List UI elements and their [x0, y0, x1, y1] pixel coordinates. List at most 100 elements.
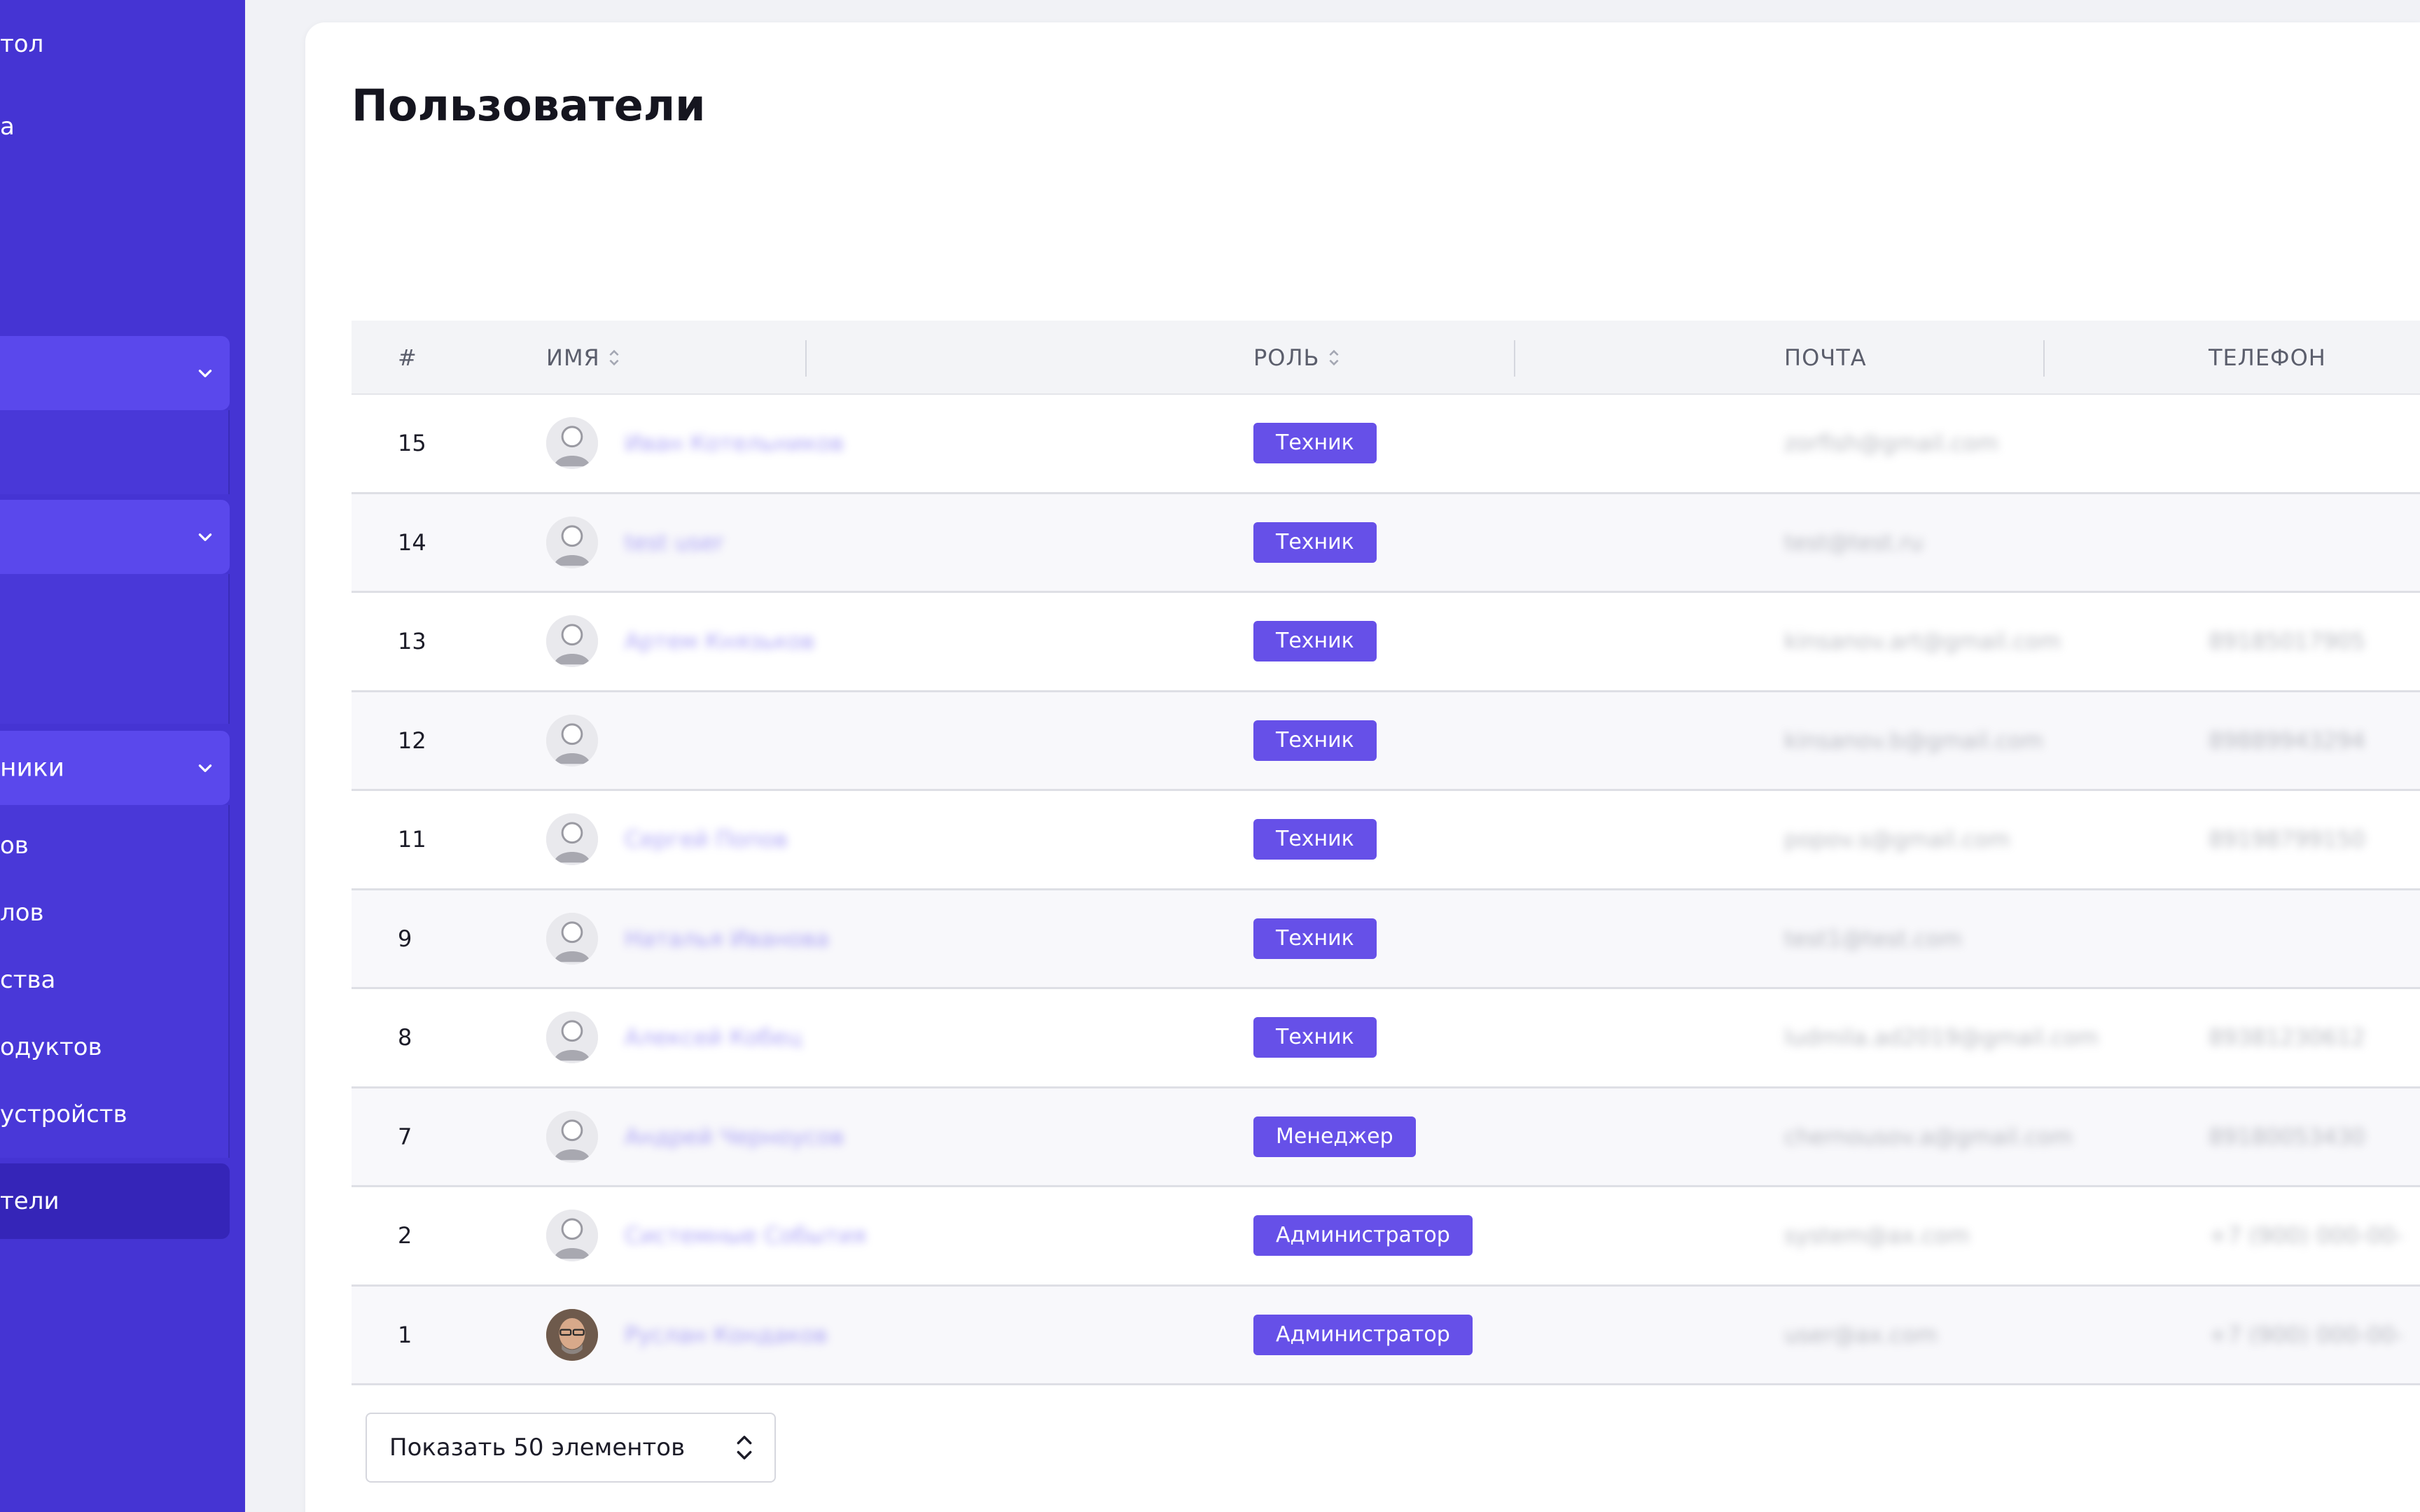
user-phone: 89889943294 [2209, 727, 2365, 754]
table-row[interactable]: 8 Алексей Кобец Техник ludmila.ad2019@gm… [352, 989, 2420, 1088]
select-updown-icon [737, 1436, 752, 1460]
sidebar-item-label: тол [0, 30, 44, 58]
user-email: chernousov.a@gmail.com [1784, 1123, 2073, 1150]
row-id: 8 [398, 1024, 412, 1051]
table-header: # ИМЯ РОЛЬ ПОЧТА ТЕЛЕФОН [352, 321, 2420, 395]
sidebar-subitem[interactable]: устройств [0, 1089, 230, 1140]
page-size-select[interactable]: Показать 50 элементов [366, 1413, 776, 1483]
user-email: kinsanov.b@gmail.com [1784, 727, 2044, 754]
table-row[interactable]: 14 test user Техник test@test.ru [352, 493, 2420, 593]
role-badge: Менеджер [1253, 1116, 1416, 1157]
column-header-label: ИМЯ [546, 344, 600, 371]
column-header-label: ПОЧТА [1784, 344, 1867, 371]
user-photo-icon [546, 1308, 598, 1361]
row-id: 15 [398, 430, 426, 457]
user-placeholder-icon [546, 813, 598, 866]
user-email: popov.s@gmail.com [1784, 826, 2010, 853]
column-header-label: РОЛЬ [1253, 344, 1320, 371]
sidebar-subitem[interactable]: одуктов [0, 1022, 230, 1072]
user-name-link[interactable]: Сергей Попов [625, 791, 788, 888]
role-badge: Техник [1253, 1017, 1377, 1058]
user-placeholder-icon [546, 417, 598, 470]
user-placeholder-icon [546, 615, 598, 668]
sidebar-submenu-2 [0, 574, 230, 724]
role-badge: Техник [1253, 522, 1377, 563]
avatar [546, 1210, 598, 1262]
table-row[interactable]: 15 Иван Котельников Техник zorfish@gmail… [352, 395, 2420, 494]
row-id: 11 [398, 826, 426, 853]
sidebar-subitem-label: устройств [0, 1100, 127, 1128]
chevron-down-icon [198, 370, 212, 377]
sidebar-subitem-label: ов [0, 832, 29, 860]
sidebar-item-users[interactable]: тели [0, 1163, 230, 1239]
sidebar-group-2[interactable] [0, 500, 230, 574]
user-name-link[interactable]: Системные События [625, 1187, 866, 1284]
sidebar-submenu-1 [0, 410, 230, 494]
user-name-link[interactable]: Артем Князьков [625, 593, 814, 690]
chevron-down-icon [198, 764, 212, 772]
row-id: 2 [398, 1222, 412, 1250]
user-placeholder-icon [546, 1011, 598, 1064]
table-row[interactable]: 12 Техник kinsanov.b@gmail.com 898899432… [352, 692, 2420, 791]
user-phone: 89185017905 [2209, 628, 2365, 655]
user-name-link[interactable]: test user [625, 494, 723, 592]
chevron-down-icon [198, 533, 212, 541]
row-id: 1 [398, 1321, 412, 1348]
role-badge: Администратор [1253, 1314, 1473, 1355]
sidebar-item-label: а [0, 113, 15, 141]
main-card: Пользователи # ИМЯ РОЛЬ ПОЧТА ТЕЛЕФОН 15… [305, 22, 2420, 1512]
table-row[interactable]: 2 Системные События Администратор system… [352, 1187, 2420, 1287]
sidebar-item-second[interactable]: а [0, 104, 230, 150]
table-body: 15 Иван Котельников Техник zorfish@gmail… [352, 395, 2420, 1385]
sidebar-group-3[interactable]: ники [0, 731, 230, 805]
sort-icon [609, 349, 619, 366]
sidebar-subitem[interactable]: ства [0, 955, 230, 1005]
sort-icon [1328, 349, 1339, 366]
sidebar-subitem[interactable]: ов [0, 820, 230, 871]
sidebar-group-label: ники [0, 753, 65, 783]
user-email: kinsanov.art@gmail.com [1784, 628, 2061, 655]
user-name-link[interactable]: Иван Котельников [625, 395, 844, 492]
avatar [546, 1308, 598, 1361]
sidebar-item-desk[interactable]: тол [0, 21, 230, 67]
user-placeholder-icon [546, 516, 598, 568]
table-row[interactable]: 7 Андрей Черноусов Менеджер chernousov.a… [352, 1088, 2420, 1187]
users-table: # ИМЯ РОЛЬ ПОЧТА ТЕЛЕФОН 15 Иван Котельн… [352, 321, 2420, 1385]
column-header-role[interactable]: РОЛЬ [1253, 321, 1341, 395]
avatar [546, 813, 598, 866]
table-row[interactable]: 11 Сергей Попов Техник popov.s@gmail.com… [352, 791, 2420, 890]
row-id: 13 [398, 628, 426, 655]
role-badge: Администратор [1253, 1215, 1473, 1256]
user-name-link[interactable]: Алексей Кобец [625, 989, 802, 1086]
sidebar-subitem[interactable]: лов [0, 888, 230, 938]
role-badge: Техник [1253, 423, 1377, 464]
user-email: user@ax.com [1784, 1321, 1938, 1348]
user-email: zorfish@gmail.com [1784, 430, 1999, 457]
user-email: test@test.ru [1784, 528, 1924, 556]
user-email: ludmila.ad2019@gmail.com [1784, 1024, 2099, 1051]
role-badge: Техник [1253, 918, 1377, 959]
user-placeholder-icon [546, 714, 598, 766]
role-badge: Техник [1253, 819, 1377, 860]
sidebar-subitem-label: одуктов [0, 1033, 102, 1061]
user-name-link[interactable]: Руслан Кондаков [625, 1287, 828, 1384]
page-size-label: Показать 50 элементов [389, 1434, 686, 1462]
user-name-link[interactable]: Наталья Иванова [625, 890, 829, 988]
table-row[interactable]: 13 Артем Князьков Техник kinsanov.art@gm… [352, 593, 2420, 692]
column-header-name[interactable]: ИМЯ [546, 321, 621, 395]
table-row[interactable]: 9 Наталья Иванова Техник test1@test.com [352, 890, 2420, 989]
sidebar-subitem-label: лов [0, 899, 44, 927]
table-row[interactable]: 1 Руслан Кондаков Администратор user@ax.… [352, 1286, 2420, 1385]
sidebar-group-1[interactable] [0, 336, 230, 410]
avatar [546, 417, 598, 470]
user-placeholder-icon [546, 1110, 598, 1163]
avatar [546, 516, 598, 568]
role-badge: Техник [1253, 621, 1377, 662]
user-name-link[interactable]: Андрей Черноусов [625, 1088, 844, 1186]
page-title: Пользователи [352, 80, 706, 131]
avatar [546, 714, 598, 766]
column-divider [2043, 340, 2045, 377]
sidebar-item-label: тели [0, 1187, 60, 1215]
column-header-id: # [398, 321, 417, 395]
avatar [546, 1110, 598, 1163]
